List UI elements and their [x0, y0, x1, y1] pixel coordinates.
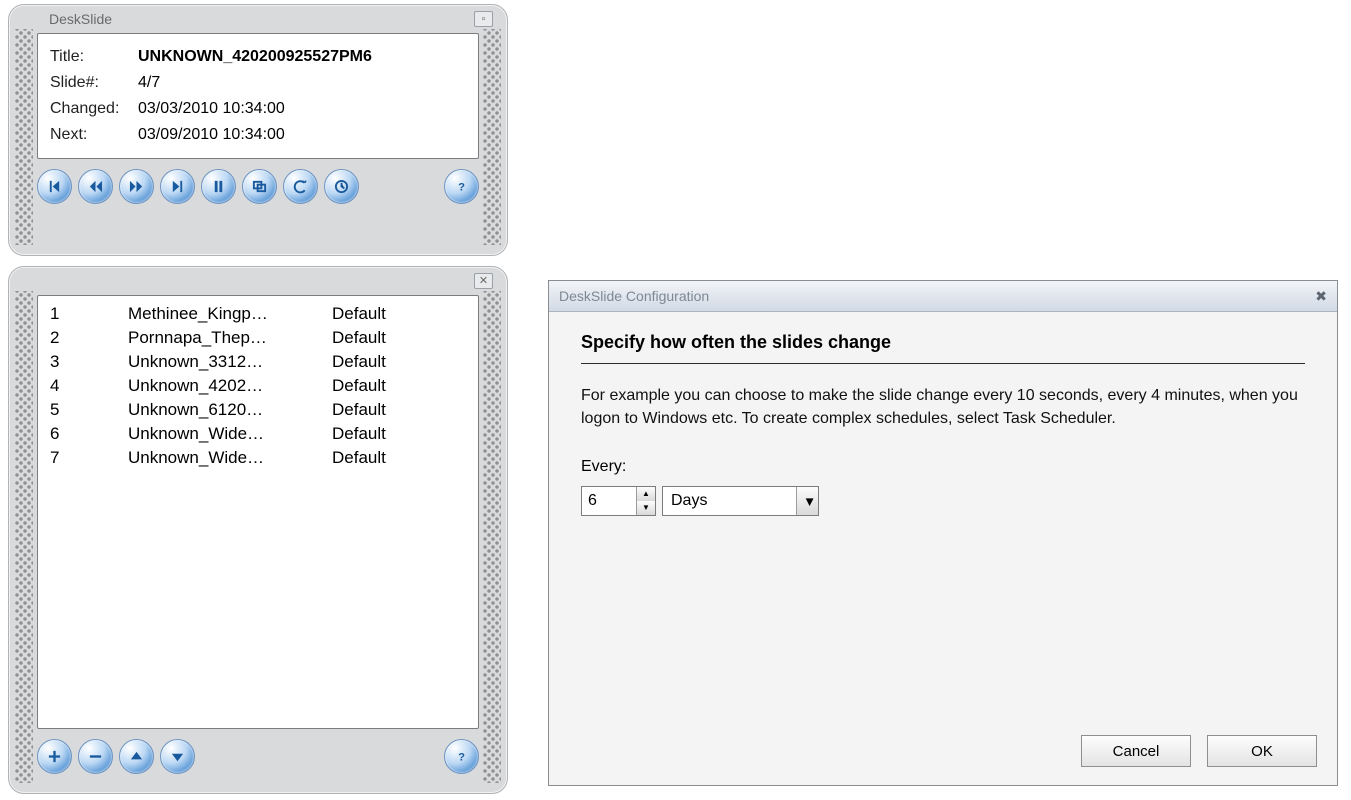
cancel-button[interactable]: Cancel — [1081, 735, 1191, 767]
svg-text:?: ? — [458, 751, 465, 763]
interval-spinbox[interactable]: ▲ ▼ — [581, 486, 656, 516]
pause-button[interactable] — [201, 169, 236, 204]
main-toolbar: ? — [9, 169, 507, 214]
list-item[interactable]: 5Unknown_6120…Default — [46, 398, 470, 422]
unit-combobox[interactable]: Days ▼ — [662, 486, 819, 516]
list-item[interactable]: 2Pornnapa_Thep…Default — [46, 326, 470, 350]
list-item[interactable]: 4Unknown_4202…Default — [46, 374, 470, 398]
help-button[interactable]: ? — [444, 169, 479, 204]
config-dialog: DeskSlide Configuration ✖ Specify how of… — [548, 280, 1338, 786]
label-title: Title: — [50, 48, 130, 66]
first-button[interactable] — [37, 169, 72, 204]
cycle-button[interactable] — [242, 169, 277, 204]
ok-button[interactable]: OK — [1207, 735, 1317, 767]
svg-text:?: ? — [458, 181, 465, 193]
unit-value: Days — [663, 492, 796, 510]
main-titlebar: DeskSlide ▫ — [9, 5, 507, 29]
list-item[interactable]: 1Methinee_Kingp…Default — [46, 302, 470, 326]
value-next: 03/09/2010 10:34:00 — [138, 126, 466, 144]
move-up-button[interactable] — [119, 739, 154, 774]
value-title: UNKNOWN_420200925527PM6 — [138, 48, 466, 66]
slide-list[interactable]: 1Methinee_Kingp…Default 2Pornnapa_Thep…D… — [37, 295, 479, 729]
config-description: For example you can choose to make the s… — [581, 384, 1305, 430]
minimize-button[interactable]: ▫ — [474, 11, 493, 27]
clock-button[interactable] — [324, 169, 359, 204]
config-titlebar[interactable]: DeskSlide Configuration ✖ — [549, 281, 1337, 312]
spin-down-icon[interactable]: ▼ — [637, 501, 655, 515]
divider — [581, 363, 1305, 364]
remove-button[interactable] — [78, 739, 113, 774]
undo-button[interactable] — [283, 169, 318, 204]
grip-right-2 — [483, 291, 501, 783]
close-list-button[interactable]: ✕ — [474, 273, 493, 289]
config-heading: Specify how often the slides change — [581, 332, 1305, 353]
deskslide-main-panel: DeskSlide ▫ Title: UNKNOWN_420200925527P… — [8, 4, 508, 256]
add-button[interactable] — [37, 739, 72, 774]
help-button-2[interactable]: ? — [444, 739, 479, 774]
spin-up-icon[interactable]: ▲ — [637, 487, 655, 501]
label-changed: Changed: — [50, 100, 130, 118]
list-titlebar: ✕ — [9, 267, 507, 291]
grip-left — [15, 29, 33, 245]
list-item[interactable]: 6Unknown_Wide…Default — [46, 422, 470, 446]
grip-right — [483, 29, 501, 245]
prev-button[interactable] — [78, 169, 113, 204]
interval-input[interactable] — [582, 487, 636, 515]
main-window-title: DeskSlide — [49, 11, 112, 27]
label-slide: Slide#: — [50, 74, 130, 92]
last-button[interactable] — [160, 169, 195, 204]
value-slide: 4/7 — [138, 74, 466, 92]
list-toolbar: ? — [9, 739, 507, 784]
deskslide-list-panel: ✕ 1Methinee_Kingp…Default 2Pornnapa_Thep… — [8, 266, 508, 794]
config-title: DeskSlide Configuration — [559, 288, 709, 304]
move-down-button[interactable] — [160, 739, 195, 774]
label-next: Next: — [50, 126, 130, 144]
list-item[interactable]: 3Unknown_3312…Default — [46, 350, 470, 374]
list-item[interactable]: 7Unknown_Wide…Default — [46, 446, 470, 470]
chevron-down-icon[interactable]: ▼ — [796, 487, 818, 515]
every-label: Every: — [581, 458, 1305, 476]
slide-info-box: Title: UNKNOWN_420200925527PM6 Slide#: 4… — [37, 33, 479, 159]
next-button[interactable] — [119, 169, 154, 204]
grip-left-2 — [15, 291, 33, 783]
value-changed: 03/03/2010 10:34:00 — [138, 100, 466, 118]
close-icon[interactable]: ✖ — [1315, 288, 1327, 305]
